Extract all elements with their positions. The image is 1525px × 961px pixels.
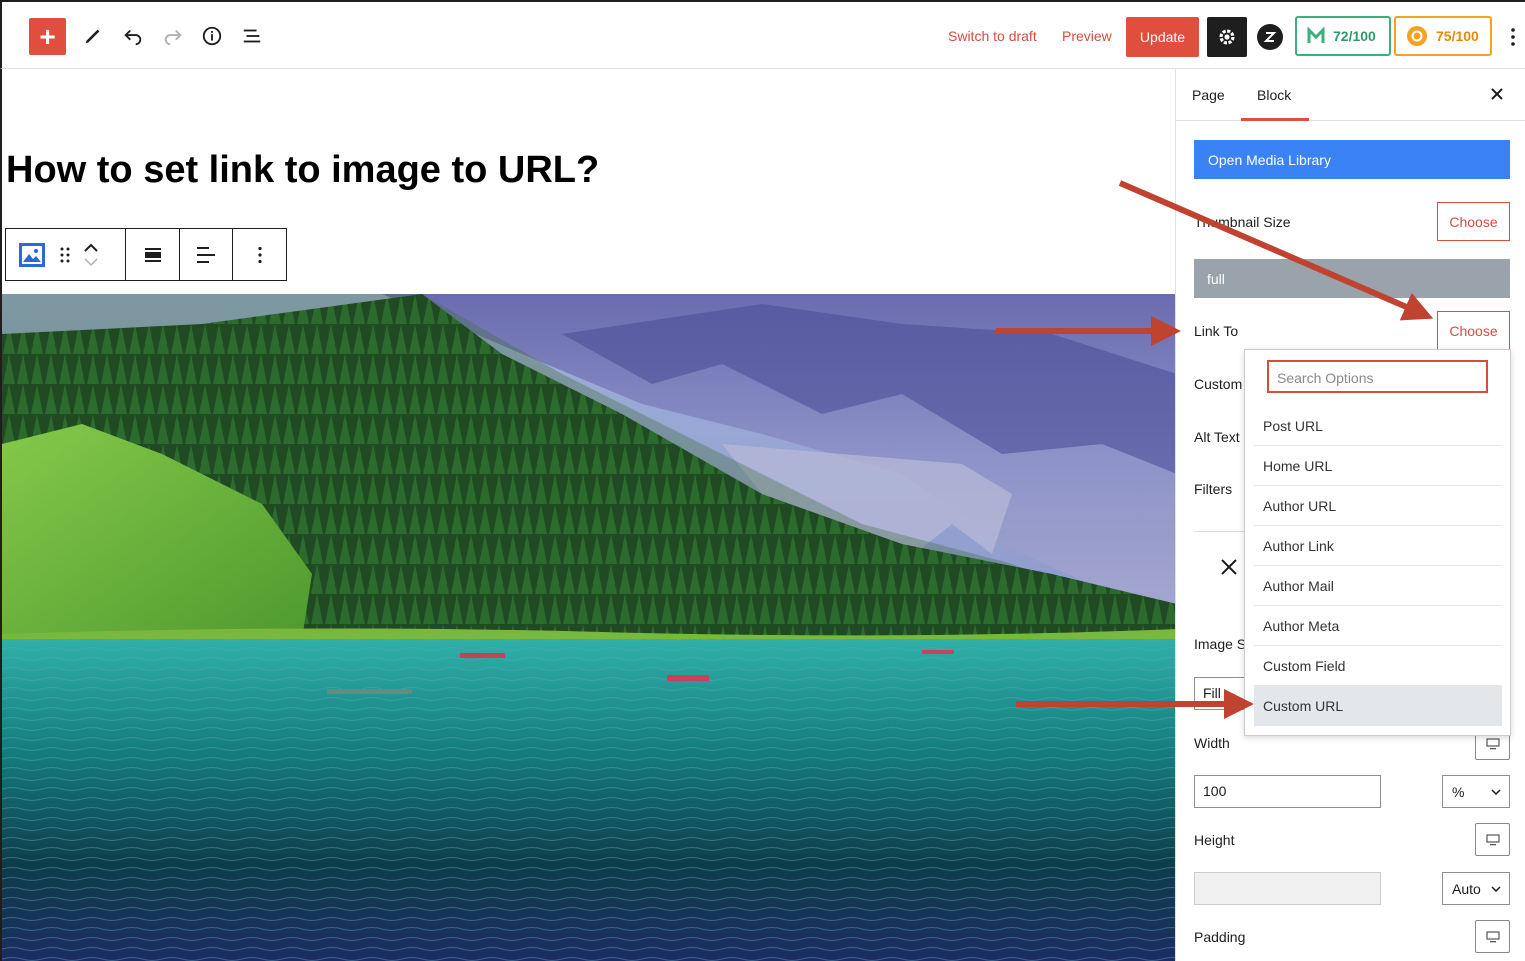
width-unit-select[interactable]: % [1442,775,1510,808]
chevron-down-icon [1491,885,1501,892]
open-media-library-button[interactable]: Open Media Library [1194,140,1510,179]
block-options-button[interactable] [233,229,286,280]
desktop-icon [1485,833,1500,845]
padding-label: Padding [1194,929,1246,945]
readability-score-badge[interactable]: 75/100 [1394,16,1492,56]
desktop-icon [1485,930,1500,942]
close-sidebar-button[interactable] [1486,83,1508,105]
width-unit-value: % [1452,783,1465,800]
lake-mountain-image[interactable] [2,294,1175,961]
image-size-label: Image S [1194,636,1247,652]
custom-label: Custom [1194,376,1243,392]
height-unit-select[interactable]: Auto [1442,872,1510,905]
padding-device-toggle[interactable] [1475,920,1510,953]
option-custom-field[interactable]: Custom Field [1254,646,1502,686]
align-wide-icon [144,247,161,262]
kebab-icon [257,246,262,263]
m-logo-icon [1307,27,1325,43]
options-menu-button[interactable] [1505,24,1521,50]
seo-score-value: 72/100 [1333,28,1376,44]
seo-score-badge[interactable]: 72/100 [1295,16,1391,56]
option-author-mail[interactable]: Author Mail [1254,566,1502,606]
move-down-icon[interactable] [84,257,98,267]
redo-button[interactable] [155,18,191,54]
plus-icon: + [39,20,56,52]
preview-button[interactable]: Preview [1062,28,1112,44]
thumbnail-size-choose-button[interactable]: Choose [1437,202,1510,241]
update-button[interactable]: Update [1126,17,1199,57]
option-author-link[interactable]: Author Link [1254,526,1502,566]
sun-logo-icon [1407,26,1427,46]
thumbnail-size-value[interactable]: full [1194,259,1510,298]
list-view-icon [243,29,261,43]
width-label: Width [1194,735,1230,751]
remove-image-button[interactable] [1218,556,1240,578]
kebab-icon [1511,28,1515,46]
image-block-icon[interactable] [18,242,46,268]
add-block-button[interactable]: + [29,18,66,55]
block-toolbar [5,228,287,281]
list-view-button[interactable] [234,18,270,54]
height-device-toggle[interactable] [1475,823,1510,856]
link-to-label: Link To [1194,323,1239,339]
switch-to-draft-button[interactable]: Switch to draft [948,28,1037,44]
block-switcher-group [6,229,126,280]
move-up-icon[interactable] [84,243,98,252]
link-to-choose-button[interactable]: Choose [1437,311,1510,350]
editor-canvas: How to set link to image to URL? [0,69,1175,961]
width-input[interactable]: 100 [1194,775,1381,808]
height-unit-value: Auto [1452,880,1481,897]
gear-icon [1219,29,1235,45]
undo-button[interactable] [115,18,151,54]
editor-header: + Switch to draft Preview Update 72/100 … [0,0,1525,69]
text-align-button[interactable] [180,229,233,280]
tools-button[interactable] [75,18,111,54]
tab-block[interactable]: Block [1257,87,1291,103]
search-options-input[interactable]: Search Options [1267,360,1488,393]
align-wide-button[interactable] [126,229,180,280]
z-plugin-button[interactable] [1257,24,1283,50]
option-author-url[interactable]: Author URL [1254,486,1502,526]
mover-controls [84,243,98,267]
undo-icon [124,29,142,46]
desktop-icon [1485,737,1500,749]
option-custom-url[interactable]: Custom URL [1254,686,1502,726]
object-fit-select[interactable]: Fill [1194,677,1250,710]
alt-text-label: Alt Text [1194,429,1240,445]
option-home-url[interactable]: Home URL [1254,446,1502,486]
post-title[interactable]: How to set link to image to URL? [6,149,599,192]
readability-score-value: 75/100 [1436,28,1479,44]
link-to-dropdown: Search Options Post URL Home URL Author … [1244,349,1511,736]
option-post-url[interactable]: Post URL [1254,406,1502,446]
align-left-icon [197,246,215,263]
height-label: Height [1194,832,1235,848]
settings-button[interactable] [1207,17,1247,57]
drag-handle-icon[interactable] [60,247,70,263]
details-button[interactable] [194,18,230,54]
redo-icon [164,29,182,46]
active-tab-indicator [1241,118,1309,121]
close-icon [1491,88,1503,100]
pencil-icon [85,29,100,44]
height-input[interactable] [1194,872,1381,905]
chevron-down-icon [1491,788,1501,795]
filters-label: Filters [1194,481,1233,497]
info-icon [202,26,222,46]
z-logo-icon [1263,32,1277,42]
section-divider [1194,531,1250,532]
option-author-meta[interactable]: Author Meta [1254,606,1502,646]
thumbnail-size-label: Thumbnail Size [1194,214,1291,230]
close-icon [1221,559,1237,575]
tab-page[interactable]: Page [1192,87,1225,103]
sidebar-tabs: Page Block [1176,69,1525,121]
